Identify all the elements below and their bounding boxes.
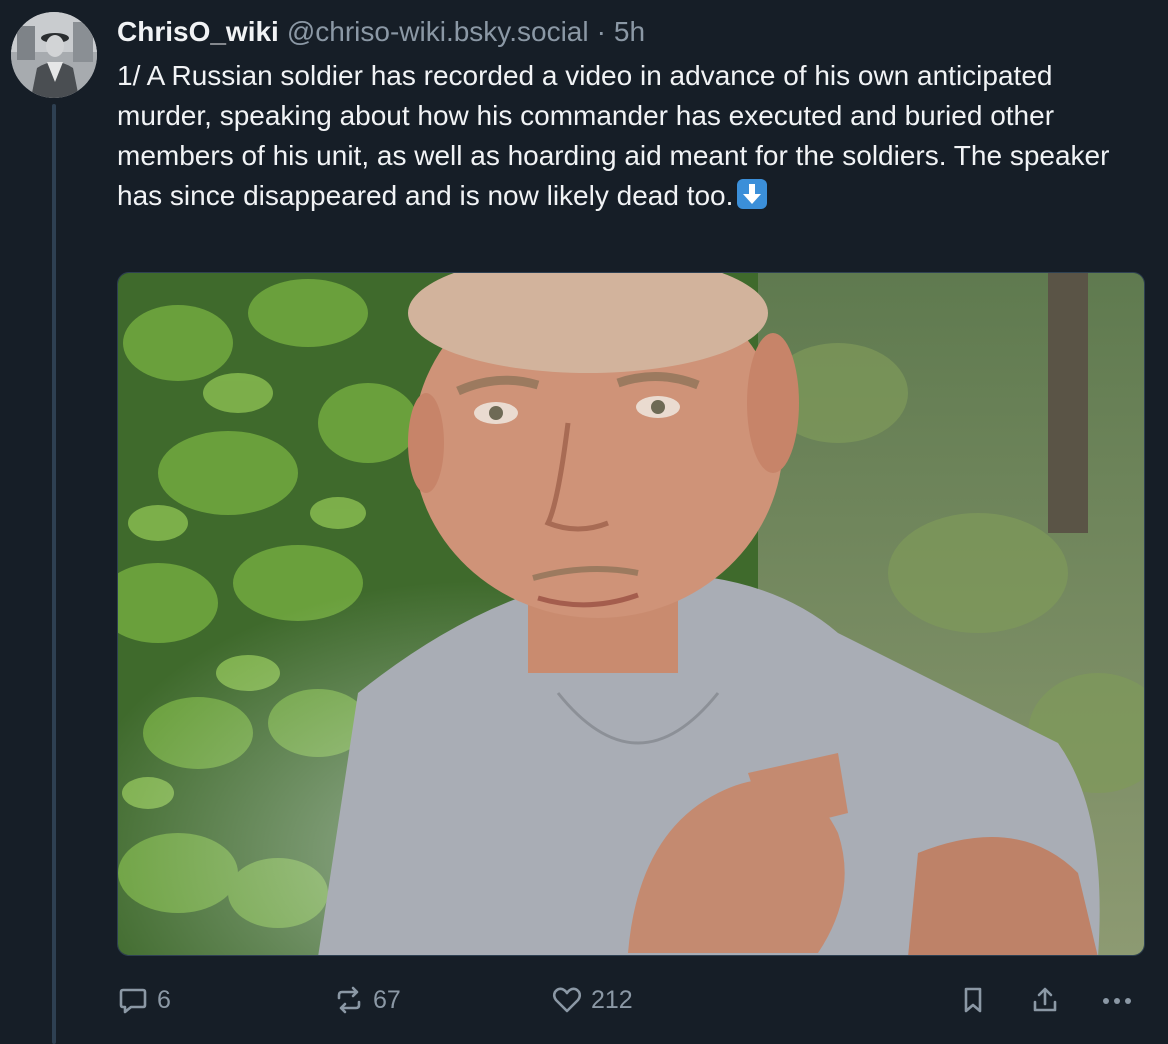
author-avatar[interactable] [11,12,97,98]
heart-icon [551,984,583,1016]
reply-icon [117,984,149,1016]
author-display-name[interactable]: ChrisO_wiki [117,16,279,48]
repost-button[interactable]: 67 [333,978,401,1022]
post-header: ChrisO_wiki @chriso-wiki.bsky.social · 5… [117,12,1147,52]
post-text: 1/ A Russian soldier has recorded a vide… [117,60,1110,211]
reply-button[interactable]: 6 [117,978,171,1022]
repost-icon [333,984,365,1016]
author-handle[interactable]: @chriso-wiki.bsky.social [287,16,589,48]
post-content: ChrisO_wiki @chriso-wiki.bsky.social · 5… [117,12,1147,216]
like-button[interactable]: 212 [551,978,633,1022]
thread-line [52,104,56,1044]
bookmark-button[interactable] [957,978,989,1022]
post-image[interactable] [117,272,1145,956]
action-bar: 6 67 212 [117,978,1147,1022]
more-dots-icon [1099,984,1135,1016]
share-icon [1029,984,1061,1016]
post: ChrisO_wiki @chriso-wiki.bsky.social · 5… [0,0,1168,1044]
bookmark-icon [957,984,989,1016]
post-text-block: 1/ A Russian soldier has recorded a vide… [117,56,1147,216]
reply-count: 6 [157,985,171,1014]
more-options-button[interactable] [1099,978,1135,1022]
share-button[interactable] [1029,978,1061,1022]
repost-count: 67 [373,985,401,1014]
down-arrow-emoji-icon [737,179,768,209]
header-separator: · [596,16,606,47]
post-timestamp[interactable]: 5h [614,16,645,48]
like-count: 212 [591,985,633,1014]
